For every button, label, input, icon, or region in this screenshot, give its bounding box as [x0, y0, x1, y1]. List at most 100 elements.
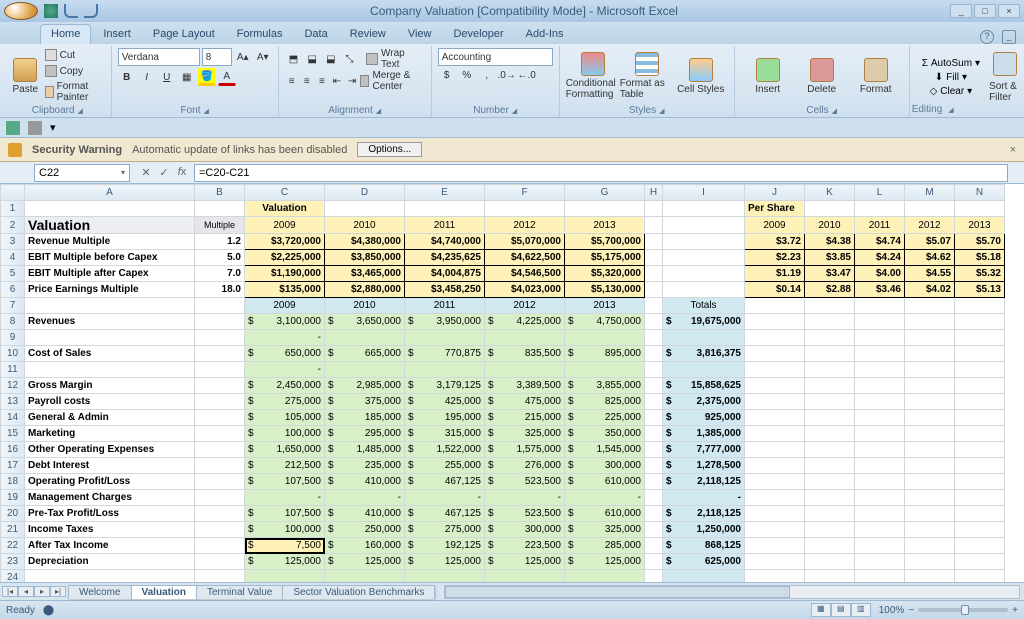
fill-button[interactable]: ⬇ Fill ▾	[933, 71, 969, 84]
row-header[interactable]: 21	[1, 522, 25, 538]
col-header-D[interactable]: D	[325, 185, 405, 201]
align-top-button[interactable]: ⬒	[285, 50, 303, 68]
col-header-B[interactable]: B	[195, 185, 245, 201]
cut-button[interactable]: Cut	[43, 48, 105, 62]
row-header[interactable]: 7	[1, 298, 25, 314]
row-header[interactable]: 17	[1, 458, 25, 474]
sheet-tab-sector-valuation-benchmarks[interactable]: Sector Valuation Benchmarks	[282, 585, 435, 599]
zoom-level[interactable]: 100%	[879, 605, 905, 616]
row-header[interactable]: 9	[1, 330, 25, 346]
sheet-tab-welcome[interactable]: Welcome	[68, 585, 132, 599]
spreadsheet-grid[interactable]: ABCDEFGHIJKLMN1ValuationPer Share2Valuat…	[0, 184, 1024, 582]
help-icon[interactable]: ?	[980, 30, 994, 44]
normal-view-button[interactable]: ▦	[811, 603, 831, 617]
delete-cells-button[interactable]: Delete	[795, 48, 849, 104]
italic-button[interactable]: I	[138, 68, 156, 86]
increase-indent-button[interactable]: ⇥	[345, 72, 359, 90]
save-icon[interactable]	[44, 4, 58, 18]
format-cells-button[interactable]: Format	[849, 48, 903, 104]
insert-cells-button[interactable]: Insert	[741, 48, 795, 104]
align-right-button[interactable]: ≡	[315, 72, 329, 90]
redo-icon[interactable]	[84, 4, 98, 18]
zoom-in-button[interactable]: +	[1012, 605, 1018, 616]
zoom-slider[interactable]	[918, 608, 1008, 612]
row-header[interactable]: 24	[1, 570, 25, 583]
align-middle-button[interactable]: ⬓	[303, 50, 321, 68]
fill-color-button[interactable]: 🪣	[198, 68, 216, 86]
page-break-view-button[interactable]: ▥	[851, 603, 871, 617]
close-button[interactable]: ×	[998, 4, 1020, 18]
col-header-K[interactable]: K	[805, 185, 855, 201]
decrease-decimal-button[interactable]: ←.0	[518, 66, 536, 84]
font-color-button[interactable]: A	[218, 68, 236, 86]
row-header[interactable]: 2	[1, 217, 25, 234]
align-center-button[interactable]: ≡	[300, 72, 314, 90]
macro-record-icon[interactable]: ⬤	[43, 605, 54, 616]
enter-formula-icon[interactable]: ✓	[156, 166, 172, 179]
number-format-combo[interactable]: Accounting	[438, 48, 553, 66]
print-icon[interactable]	[28, 121, 42, 135]
row-header[interactable]: 8	[1, 314, 25, 330]
ribbon-tab-data[interactable]: Data	[294, 25, 337, 44]
formula-input[interactable]: =C20-C21	[194, 164, 1008, 182]
underline-button[interactable]: U	[158, 68, 176, 86]
font-size-combo[interactable]: 8	[202, 48, 232, 66]
row-header[interactable]: 13	[1, 394, 25, 410]
increase-decimal-button[interactable]: .0→	[498, 66, 516, 84]
col-header-F[interactable]: F	[485, 185, 565, 201]
horizontal-scrollbar[interactable]	[444, 585, 1020, 599]
col-header-L[interactable]: L	[855, 185, 905, 201]
select-all-corner[interactable]	[1, 185, 25, 201]
row-header[interactable]: 18	[1, 474, 25, 490]
col-header-G[interactable]: G	[565, 185, 645, 201]
row-header[interactable]: 5	[1, 266, 25, 282]
row-header[interactable]: 3	[1, 234, 25, 250]
row-header[interactable]: 23	[1, 554, 25, 570]
undo-icon[interactable]	[64, 4, 78, 18]
name-box[interactable]: C22	[34, 164, 130, 182]
row-header[interactable]: 20	[1, 506, 25, 522]
bold-button[interactable]: B	[118, 68, 136, 86]
row-header[interactable]: 22	[1, 538, 25, 554]
copy-button[interactable]: Copy	[43, 64, 105, 78]
font-name-combo[interactable]: Verdana	[118, 48, 200, 66]
col-header-M[interactable]: M	[905, 185, 955, 201]
ribbon-tab-formulas[interactable]: Formulas	[227, 25, 293, 44]
format-as-table-button[interactable]: Format as Table	[620, 48, 674, 104]
ribbon-tab-view[interactable]: View	[398, 25, 442, 44]
cancel-formula-icon[interactable]: ✕	[138, 166, 154, 179]
percent-button[interactable]: %	[458, 66, 476, 84]
align-left-button[interactable]: ≡	[285, 72, 299, 90]
close-warning-button[interactable]: ×	[1010, 144, 1016, 156]
zoom-out-button[interactable]: −	[908, 605, 914, 616]
col-header-J[interactable]: J	[745, 185, 805, 201]
sheet-nav-prev[interactable]: ◂	[18, 586, 34, 597]
wrap-text-button[interactable]: Wrap Text	[366, 48, 424, 70]
sheet-nav-next[interactable]: ▸	[34, 586, 50, 597]
row-header[interactable]: 11	[1, 362, 25, 378]
conditional-formatting-button[interactable]: Conditional Formatting	[566, 48, 620, 104]
paste-button[interactable]: Paste	[10, 48, 41, 104]
minimize-button[interactable]: _	[950, 4, 972, 18]
minimize-ribbon-icon[interactable]: _	[1002, 30, 1016, 44]
orientation-button[interactable]: ⤡	[341, 50, 359, 68]
row-header[interactable]: 6	[1, 282, 25, 298]
ribbon-tab-developer[interactable]: Developer	[443, 25, 513, 44]
save-icon[interactable]	[6, 121, 20, 135]
sheet-tab-valuation[interactable]: Valuation	[131, 585, 197, 599]
ribbon-tab-insert[interactable]: Insert	[93, 25, 141, 44]
qat-custom-icon[interactable]: ▾	[50, 121, 64, 135]
decrease-indent-button[interactable]: ⇤	[330, 72, 344, 90]
row-header[interactable]: 4	[1, 250, 25, 266]
col-header-N[interactable]: N	[955, 185, 1005, 201]
ribbon-tab-add-ins[interactable]: Add-Ins	[516, 25, 574, 44]
border-button[interactable]: ▦	[178, 68, 196, 86]
cell-styles-button[interactable]: Cell Styles	[674, 48, 728, 104]
ribbon-tab-review[interactable]: Review	[340, 25, 396, 44]
office-button[interactable]	[4, 2, 38, 20]
shrink-font-button[interactable]: A▾	[254, 48, 272, 66]
fx-icon[interactable]: fx	[174, 166, 190, 179]
security-options-button[interactable]: Options...	[357, 142, 422, 157]
page-layout-view-button[interactable]: ▤	[831, 603, 851, 617]
sheet-tab-terminal-value[interactable]: Terminal Value	[196, 585, 283, 599]
